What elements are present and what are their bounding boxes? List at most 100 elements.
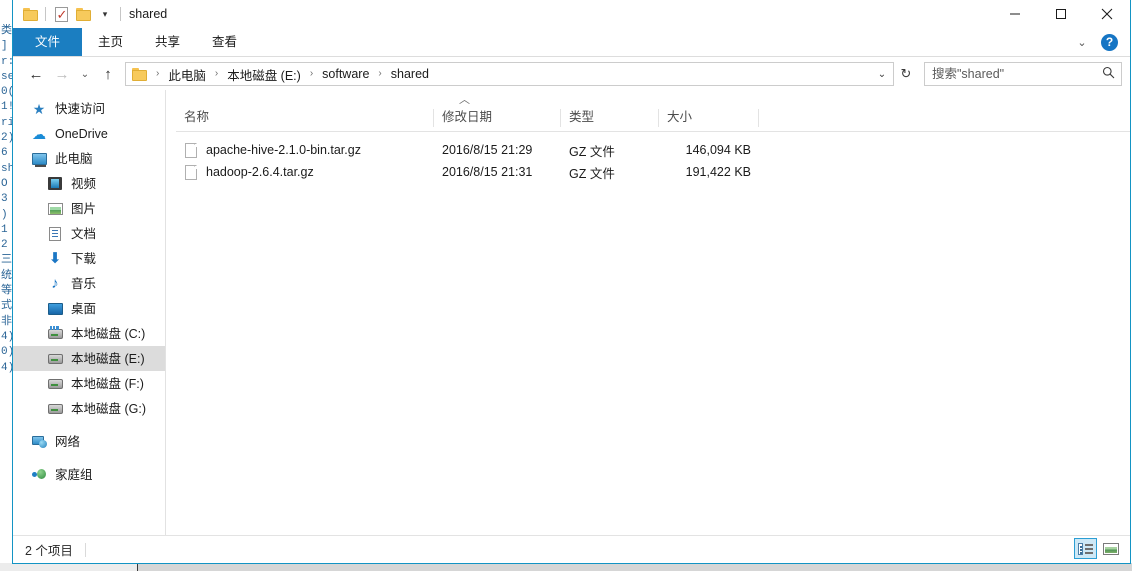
item-count-label: 2 个项目 bbox=[25, 544, 73, 558]
qat-customize-button[interactable]: ▾ bbox=[94, 3, 116, 25]
sidebar-item-documents[interactable]: 文档 bbox=[13, 221, 165, 246]
help-icon[interactable]: ? bbox=[1101, 33, 1118, 51]
sidebar-item-downloads[interactable]: ⬇ 下载 bbox=[13, 246, 165, 271]
sidebar-item-label: 本地磁盘 (E:) bbox=[71, 351, 145, 366]
column-header-date-modified[interactable]: 修改日期 bbox=[434, 109, 561, 127]
refresh-button[interactable]: ↻ bbox=[894, 62, 918, 86]
homegroup-icon bbox=[31, 467, 47, 483]
sidebar-item-videos[interactable]: 视频 bbox=[13, 171, 165, 196]
details-view-button[interactable] bbox=[1074, 538, 1097, 559]
sidebar-item-drive-c[interactable]: 本地磁盘 (C:) bbox=[13, 321, 165, 346]
network-icon bbox=[31, 434, 47, 450]
sidebar-item-label: OneDrive bbox=[55, 126, 108, 141]
properties-icon: ✓ bbox=[54, 6, 68, 22]
qat-folder-button[interactable] bbox=[19, 3, 41, 25]
qat-new-folder-button[interactable] bbox=[72, 3, 94, 25]
address-dropdown-icon[interactable]: ⌄ bbox=[871, 69, 893, 80]
sidebar-item-drive-f[interactable]: 本地磁盘 (F:) bbox=[13, 371, 165, 396]
breadcrumb-separator-2[interactable]: › bbox=[303, 69, 320, 79]
sidebar-item-music[interactable]: ♪ 音乐 bbox=[13, 271, 165, 296]
star-icon: ★ bbox=[32, 100, 46, 117]
file-type-cell: GZ 文件 bbox=[569, 166, 615, 181]
folder-icon bbox=[22, 7, 38, 21]
large-icons-view-icon bbox=[1102, 542, 1119, 555]
breadcrumb-folder-icon[interactable] bbox=[132, 67, 147, 81]
recent-locations-button[interactable]: ⌄ bbox=[75, 61, 95, 87]
close-button[interactable] bbox=[1084, 0, 1130, 28]
column-header-name[interactable]: 名称 bbox=[176, 109, 434, 127]
sidebar-item-this-pc[interactable]: 此电脑 bbox=[13, 146, 165, 171]
column-header-type[interactable]: 类型 bbox=[561, 109, 659, 127]
tab-file[interactable]: 文件 bbox=[13, 28, 83, 56]
sidebar-item-network[interactable]: 网络 bbox=[13, 429, 165, 454]
file-explorer-window: ✓ ▾ shared 文件 主页 共享 查看 ⌄ ? ← → ⌄ ↑ › 此电脑… bbox=[12, 0, 1131, 564]
column-header-size[interactable]: 大小 bbox=[659, 109, 759, 127]
file-date-cell: 2016/8/15 21:31 bbox=[442, 165, 533, 179]
file-size-cell: 146,094 KB bbox=[685, 143, 751, 157]
sidebar-item-pictures[interactable]: 图片 bbox=[13, 196, 165, 221]
ribbon-expand-icon[interactable]: ⌄ bbox=[1073, 36, 1091, 49]
column-header-row: 名称 修改日期 类型 大小 bbox=[176, 101, 1130, 132]
sidebar-item-label: 音乐 bbox=[71, 276, 97, 291]
file-list-pane[interactable]: ︿ 名称 修改日期 类型 大小 apache-hive-2.1.0-bin.ta… bbox=[166, 90, 1130, 536]
sidebar-item-label: 桌面 bbox=[71, 301, 97, 316]
sidebar-item-label: 家庭组 bbox=[55, 467, 93, 482]
desktop-icon bbox=[47, 301, 63, 317]
table-row[interactable]: hadoop-2.6.4.tar.gz 2016/8/15 21:31 GZ 文… bbox=[176, 161, 1130, 183]
quick-access-toolbar: ✓ ▾ shared bbox=[13, 0, 167, 28]
download-icon: ⬇ bbox=[48, 250, 62, 267]
qat-properties-button[interactable]: ✓ bbox=[50, 3, 72, 25]
minimize-button[interactable] bbox=[992, 0, 1038, 28]
sidebar-item-onedrive[interactable]: ☁ OneDrive bbox=[13, 121, 165, 146]
sidebar-item-homegroup[interactable]: 家庭组 bbox=[13, 462, 165, 487]
document-icon bbox=[47, 226, 63, 242]
maximize-button[interactable] bbox=[1038, 0, 1084, 28]
address-bar-row: ← → ⌄ ↑ › 此电脑 › 本地磁盘 (E:) › software › s… bbox=[13, 57, 1130, 91]
qat-separator-2 bbox=[120, 7, 121, 21]
table-row[interactable]: apache-hive-2.1.0-bin.tar.gz 2016/8/15 2… bbox=[176, 139, 1130, 161]
tab-share[interactable]: 共享 bbox=[139, 28, 196, 56]
breadcrumb-item-software[interactable]: software bbox=[320, 67, 371, 81]
status-bar: 2 个项目 bbox=[13, 535, 1130, 563]
search-icon[interactable] bbox=[1095, 66, 1121, 82]
cloud-icon: ☁ bbox=[32, 125, 46, 142]
sidebar-item-drive-e[interactable]: 本地磁盘 (E:) bbox=[13, 346, 165, 371]
explorer-body: ★ 快速访问 ☁ OneDrive 此电脑 视频 图片 文档 ⬇ 下载 ♪ 音乐… bbox=[13, 90, 1130, 536]
up-button[interactable]: ↑ bbox=[95, 61, 121, 87]
chevron-down-icon: ▾ bbox=[102, 8, 108, 19]
status-separator bbox=[84, 542, 86, 557]
picture-icon bbox=[47, 201, 63, 217]
file-name-cell[interactable]: hadoop-2.6.4.tar.gz bbox=[176, 164, 434, 180]
breadcrumb-separator-1[interactable]: › bbox=[208, 69, 225, 79]
file-size-cell: 191,422 KB bbox=[685, 165, 751, 179]
large-icons-view-button[interactable] bbox=[1099, 538, 1122, 559]
sort-ascending-icon: ︿ bbox=[459, 94, 470, 106]
file-date-cell: 2016/8/15 21:29 bbox=[442, 143, 533, 157]
tab-home[interactable]: 主页 bbox=[82, 28, 139, 56]
search-box[interactable] bbox=[924, 62, 1122, 86]
breadcrumb-item-shared[interactable]: shared bbox=[389, 67, 431, 81]
breadcrumb-item-drive-e[interactable]: 本地磁盘 (E:) bbox=[225, 65, 303, 84]
sidebar-item-quick-access[interactable]: ★ 快速访问 bbox=[13, 96, 165, 121]
sidebar-item-drive-g[interactable]: 本地磁盘 (G:) bbox=[13, 396, 165, 421]
sidebar-item-label: 本地磁盘 (F:) bbox=[71, 376, 144, 391]
breadcrumb-item-this-pc[interactable]: 此电脑 bbox=[166, 65, 208, 84]
drive-icon bbox=[47, 401, 63, 417]
search-input[interactable] bbox=[925, 66, 1095, 82]
file-name-cell[interactable]: apache-hive-2.1.0-bin.tar.gz bbox=[176, 142, 434, 158]
video-icon bbox=[47, 176, 63, 192]
ribbon-right-controls: ⌄ ? bbox=[1073, 28, 1126, 56]
background-taskbar-strip bbox=[0, 563, 1132, 571]
address-breadcrumb-bar[interactable]: › 此电脑 › 本地磁盘 (E:) › software › shared ⌄ bbox=[125, 62, 894, 86]
forward-button[interactable]: → bbox=[49, 61, 75, 87]
tab-view[interactable]: 查看 bbox=[196, 28, 253, 56]
window-title: shared bbox=[129, 7, 168, 21]
background-strip-left bbox=[0, 563, 138, 571]
new-folder-icon bbox=[75, 7, 91, 21]
sidebar-item-label: 图片 bbox=[71, 201, 97, 216]
breadcrumb-separator-0[interactable]: › bbox=[149, 69, 166, 79]
back-button[interactable]: ← bbox=[23, 61, 49, 87]
sidebar-item-desktop[interactable]: 桌面 bbox=[13, 296, 165, 321]
breadcrumb-separator-3[interactable]: › bbox=[371, 69, 388, 79]
sidebar-item-label: 下载 bbox=[71, 251, 97, 266]
